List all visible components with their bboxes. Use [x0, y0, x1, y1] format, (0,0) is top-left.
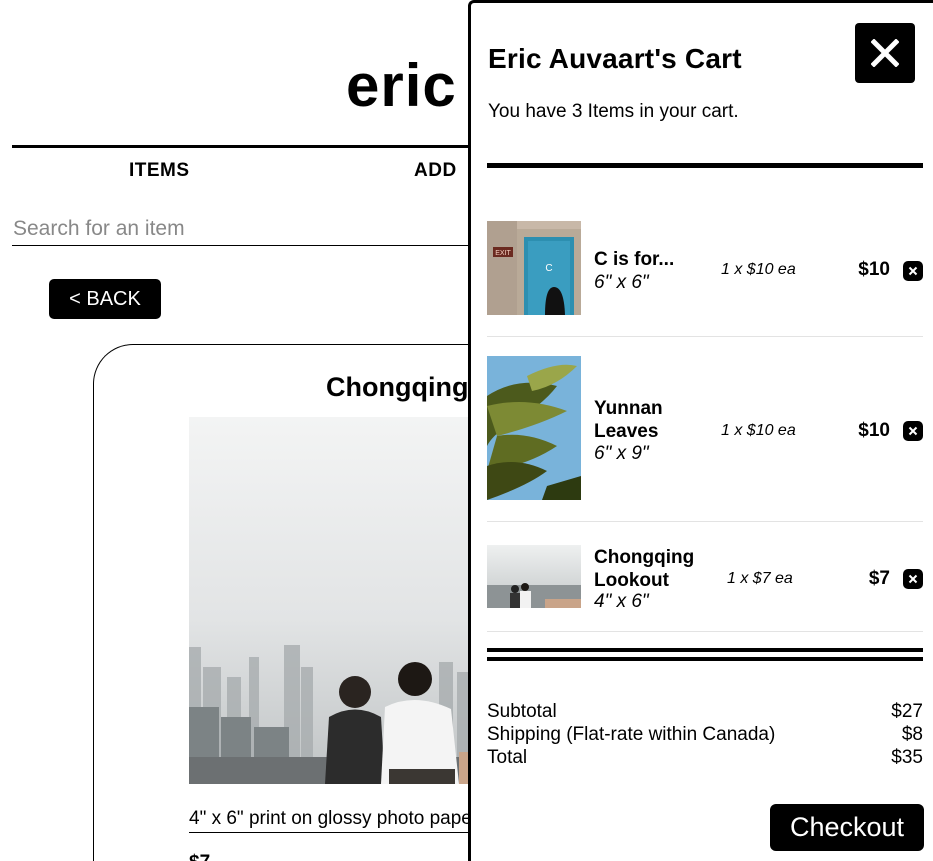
- item-name: C is for...: [594, 249, 675, 270]
- item-total: $10: [858, 420, 890, 441]
- svg-text:EXIT: EXIT: [495, 250, 511, 257]
- product-description: 4" x 6" print on glossy photo paper: [189, 808, 479, 833]
- item-name: Yunnan Leaves: [594, 398, 663, 442]
- remove-item-icon: [908, 574, 918, 584]
- item-divider: [487, 336, 923, 337]
- product-photo: [189, 417, 479, 784]
- item-quantity: 1 x $10 ea: [721, 261, 796, 278]
- nav-items-link[interactable]: ITEMS: [129, 160, 190, 182]
- item-thumbnail[interactable]: [487, 545, 581, 608]
- shipping-value: $8: [901, 724, 923, 745]
- site-logo[interactable]: eric: [346, 56, 457, 116]
- item-total: $10: [858, 259, 890, 280]
- total-row: Total $35: [487, 746, 923, 769]
- cart-title: Eric Auvaart's Cart: [488, 43, 742, 74]
- summary-rule-top: [487, 648, 923, 652]
- cart-item: Yunnan Leaves 6" x 9" 1 x $10 ea $10: [487, 356, 923, 501]
- product-price: $7: [189, 852, 210, 861]
- nav-add-link[interactable]: ADD: [414, 160, 457, 182]
- cart-drawer: Eric Auvaart's Cart You have 3 Items in …: [468, 0, 933, 861]
- close-icon: [871, 39, 899, 67]
- checkout-button[interactable]: Checkout: [770, 804, 924, 851]
- remove-item-button[interactable]: [903, 261, 923, 281]
- search-input[interactable]: [12, 213, 482, 246]
- remove-item-icon: [908, 426, 918, 436]
- shipping-label: Shipping (Flat-rate within Canada): [487, 724, 776, 745]
- remove-item-icon: [908, 266, 918, 276]
- item-quantity: 1 x $7 ea: [727, 570, 793, 587]
- back-button[interactable]: < BACK: [49, 279, 161, 319]
- subtotal-label: Subtotal: [487, 701, 557, 722]
- item-size: 4" x 6": [594, 591, 649, 612]
- item-thumbnail[interactable]: C EXIT: [487, 221, 581, 315]
- total-value: $35: [891, 747, 923, 768]
- close-cart-button[interactable]: [855, 23, 915, 83]
- cart-header-rule: [487, 163, 923, 168]
- header-rule: [12, 145, 482, 148]
- cart-item: C EXIT C is for... 6" x 6" 1 x $10 ea $1…: [487, 221, 923, 321]
- item-size: 6" x 9": [594, 443, 649, 464]
- item-divider: [487, 521, 923, 522]
- remove-item-button[interactable]: [903, 569, 923, 589]
- total-label: Total: [487, 747, 528, 768]
- item-total: $7: [868, 568, 890, 589]
- item-thumbnail[interactable]: [487, 356, 581, 500]
- summary-rule-bottom: [487, 657, 923, 661]
- subtotal-row: Subtotal $27: [487, 700, 923, 723]
- item-quantity: 1 x $10 ea: [721, 422, 796, 439]
- item-divider: [487, 631, 923, 632]
- cart-item: Chongqing Lookout 4" x 6" 1 x $7 ea $7: [487, 543, 923, 633]
- item-name: Chongqing Lookout: [594, 547, 695, 591]
- shipping-row: Shipping (Flat-rate within Canada) $8: [487, 723, 923, 746]
- cart-item-count: You have 3 Items in your cart.: [488, 101, 739, 122]
- svg-text:C: C: [545, 263, 552, 274]
- remove-item-button[interactable]: [903, 421, 923, 441]
- item-size: 6" x 6": [594, 272, 649, 293]
- subtotal-value: $27: [891, 701, 923, 722]
